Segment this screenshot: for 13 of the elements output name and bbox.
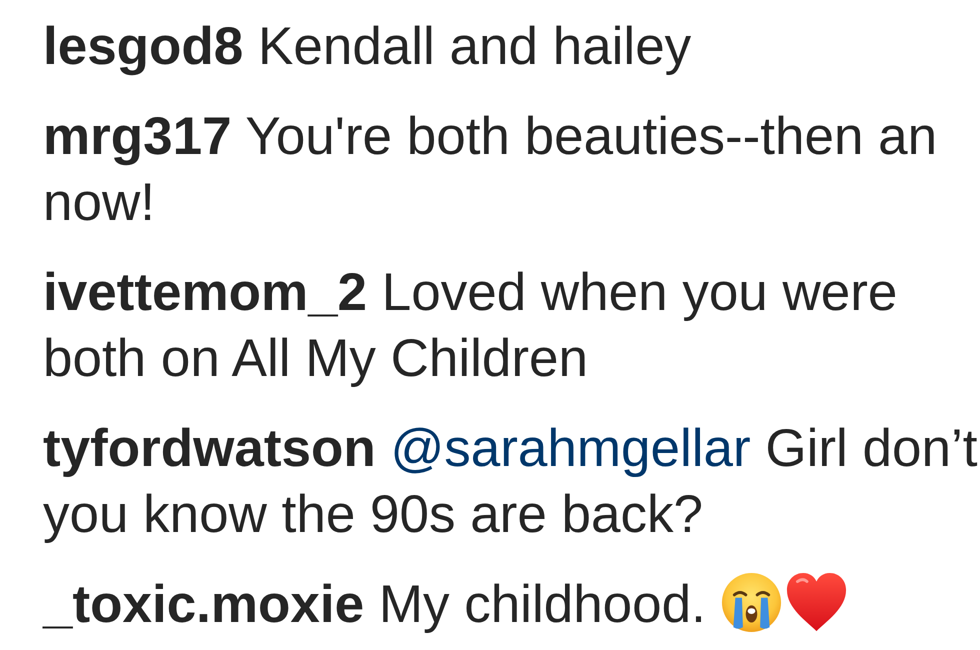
username-link[interactable]: mrg317 [43, 107, 232, 166]
comment-text: mrg317 You're both beauties--then an now! [43, 106, 938, 234]
heart-icon [786, 572, 847, 633]
username-link[interactable]: lesgod8 [43, 17, 244, 76]
comment-text: _toxic.moxie My childhood. [43, 572, 847, 638]
comment-text: ivettemom_2 Loved when you were both on All My Children [43, 262, 898, 390]
comment-text: lesgod8 Kendall and hailey [43, 16, 692, 78]
username-link[interactable]: ivettemom_2 [43, 263, 368, 322]
crying-face-icon [720, 572, 782, 633]
mention-link[interactable]: @sarahmgellar [390, 419, 751, 478]
username-link[interactable]: _toxic.moxie [43, 575, 364, 634]
comment-text: tyfordwatson @sarahmgellar Girl don’t you know the 90s are back? [43, 418, 978, 546]
username-link[interactable]: tyfordwatson [43, 419, 376, 478]
